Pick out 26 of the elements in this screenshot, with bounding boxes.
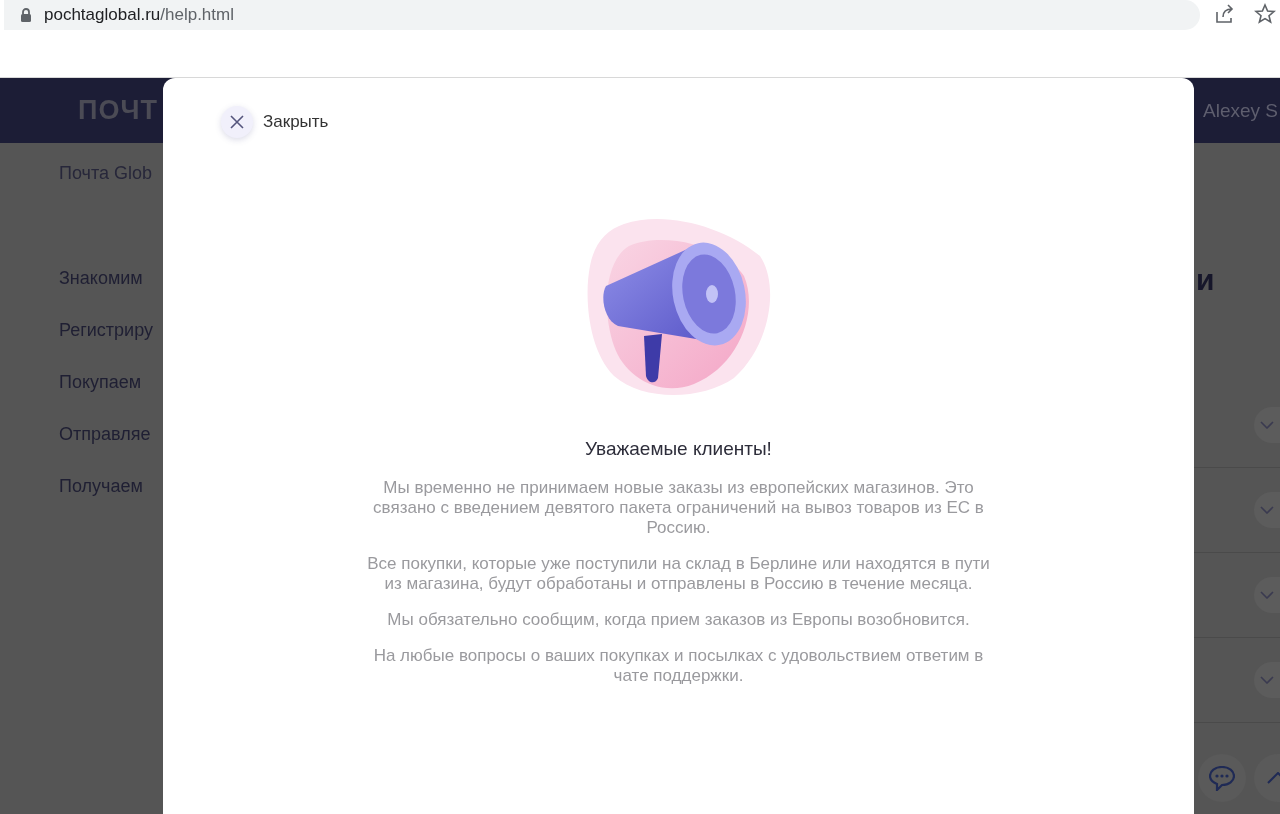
toggle-button[interactable] bbox=[1254, 577, 1280, 613]
modal-paragraph: Все покупки, которые уже поступили на склад в Берлине или находятся в пути из магазина, будут обработаны и отправлены в Россию в течение месяца. bbox=[366, 554, 991, 594]
chat-button[interactable] bbox=[1198, 754, 1246, 802]
share-icon[interactable] bbox=[1214, 3, 1236, 25]
chevron-down-icon bbox=[1260, 676, 1274, 684]
toggle-button[interactable] bbox=[1254, 492, 1280, 528]
modal-title: Уважаемые клиенты! bbox=[585, 438, 772, 460]
modal-paragraph: Мы временно не принимаем новые заказы из европейских магазинов. Это связано с введением девятого пакета ограничений на вывоз товаров из ЕС в Россию. bbox=[372, 478, 985, 538]
user-name[interactable]: Alexey S bbox=[1203, 99, 1278, 122]
modal-paragraph: Мы обязательно сообщим, когда прием заказов из Европы возобновится. bbox=[386, 610, 971, 630]
address-bar[interactable]: pochtaglobal.ru/help.html bbox=[4, 0, 1200, 30]
close-button[interactable] bbox=[221, 106, 253, 138]
chevron-down-icon bbox=[1260, 591, 1274, 599]
close-label[interactable]: Закрыть bbox=[263, 112, 329, 132]
star-icon[interactable] bbox=[1254, 3, 1276, 25]
toggle-button[interactable] bbox=[1254, 662, 1280, 698]
chat-bubble-icon bbox=[1209, 765, 1235, 791]
chevron-down-icon bbox=[1260, 421, 1274, 429]
toggle-button[interactable] bbox=[1254, 407, 1280, 443]
lock-icon bbox=[20, 7, 32, 23]
modal-paragraph: На любые вопросы о ваших покупках и посылках с удовольствием ответим в чате поддержки. bbox=[372, 646, 985, 686]
url-host: pochtaglobal.ru bbox=[44, 5, 161, 25]
close-icon bbox=[230, 115, 244, 129]
url-path: /help.html bbox=[160, 5, 234, 25]
page-heading: и bbox=[1195, 263, 1216, 298]
chevron-down-icon bbox=[1260, 506, 1274, 514]
